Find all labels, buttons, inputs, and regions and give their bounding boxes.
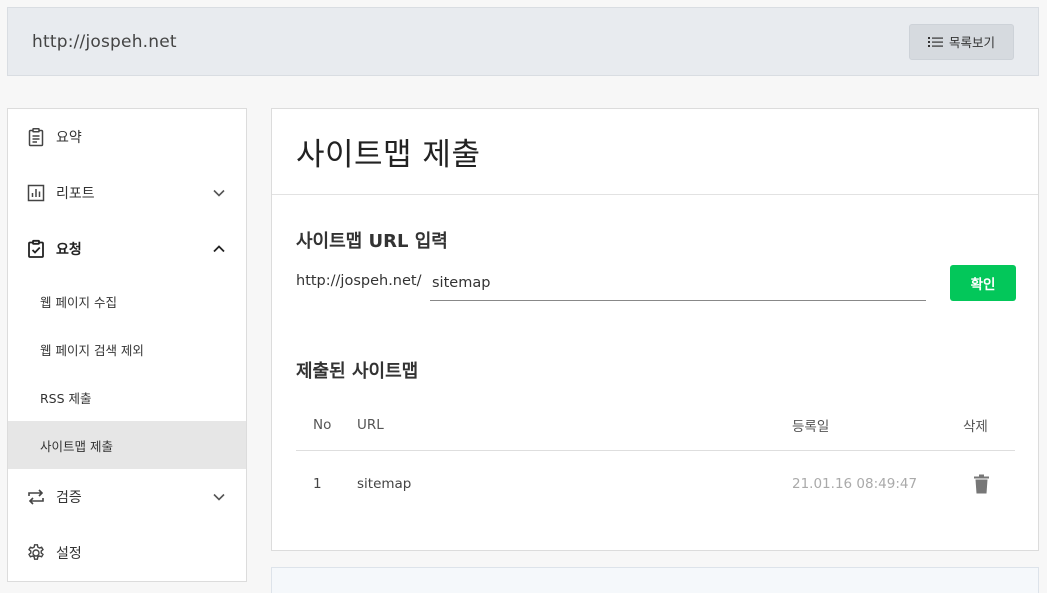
column-header-delete: 삭제 [963, 418, 988, 435]
bottom-panel [271, 567, 1039, 593]
sidebar-item-request[interactable]: 요청 [8, 221, 246, 277]
row-url: sitemap [357, 476, 412, 492]
row-date: 21.01.16 08:49:47 [792, 476, 918, 492]
list-section-title: 제출된 사이트맵 [296, 361, 419, 382]
chevron-down-icon [213, 189, 225, 197]
sidebar-subitem-label: RSS 제출 [40, 390, 92, 406]
list-view-button[interactable]: 목록보기 [909, 23, 1014, 60]
column-header-url: URL [357, 416, 384, 433]
sitemap-panel: 사이트맵 제출 사이트맵 URL 입력 http://jospeh.net/ 확… [271, 108, 1039, 551]
list-view-label: 목록보기 [948, 35, 995, 50]
sitemap-url-form: http://jospeh.net/ 확인 [296, 265, 1016, 303]
page-title: 사이트맵 제출 [296, 137, 481, 173]
sidebar-item-summary[interactable]: 요약 [8, 109, 246, 165]
repeat-icon [26, 487, 46, 507]
clipboard-icon [26, 127, 46, 147]
sidebar-item-label: 검증 [56, 490, 82, 506]
column-header-date: 등록일 [792, 418, 830, 435]
sidebar-subitem-web-exclude[interactable]: 웹 페이지 검색 제외 [8, 325, 246, 373]
sidebar-item-label: 리포트 [56, 186, 95, 202]
sidebar-subitem-label: 사이트맵 제출 [40, 438, 113, 454]
sidebar-subitem-web-collect[interactable]: 웹 페이지 수집 [8, 277, 246, 325]
sidebar-subitem-rss[interactable]: RSS 제출 [8, 373, 246, 421]
bar-chart-icon [26, 183, 46, 203]
row-no: 1 [313, 476, 322, 492]
sidebar-subitem-label: 웹 페이지 검색 제외 [40, 342, 144, 358]
panel-header: 사이트맵 제출 [272, 109, 1038, 195]
sitemap-table: No URL 등록일 삭제 1 sitemap 21.01.16 08:49:4… [296, 399, 1015, 517]
sidebar-item-label: 요청 [56, 242, 82, 258]
table-row: 1 sitemap 21.01.16 08:49:47 [296, 451, 1015, 517]
sidebar-subitem-label: 웹 페이지 수집 [40, 294, 117, 310]
sitemap-url-input[interactable] [430, 265, 926, 301]
site-url: http://jospeh.net [32, 31, 177, 52]
input-section-title: 사이트맵 URL 입력 [296, 231, 448, 252]
sidebar-subitem-sitemap[interactable]: 사이트맵 제출 [8, 421, 246, 469]
sidebar-item-verify[interactable]: 검증 [8, 469, 246, 525]
sidebar-item-settings[interactable]: 설정 [8, 525, 246, 581]
column-header-no: No [313, 416, 332, 433]
sidebar-item-label: 요약 [56, 130, 82, 146]
chevron-up-icon [213, 245, 225, 253]
gear-icon [26, 543, 46, 563]
top-header: http://jospeh.net 목록보기 [7, 7, 1039, 76]
sidebar-item-label: 설정 [56, 546, 82, 562]
list-icon [927, 36, 943, 47]
clipboard-check-icon [26, 239, 46, 259]
chevron-down-icon [213, 493, 225, 501]
url-prefix: http://jospeh.net/ [296, 273, 422, 289]
trash-icon[interactable] [974, 474, 989, 494]
table-header: No URL 등록일 삭제 [296, 399, 1015, 451]
sidebar-item-report[interactable]: 리포트 [8, 165, 246, 221]
sidebar: 요약 리포트 요청 웹 페이지 수집 웹 페이지 검색 제외 RSS 제출 사이… [7, 108, 247, 582]
confirm-button[interactable]: 확인 [950, 265, 1016, 301]
